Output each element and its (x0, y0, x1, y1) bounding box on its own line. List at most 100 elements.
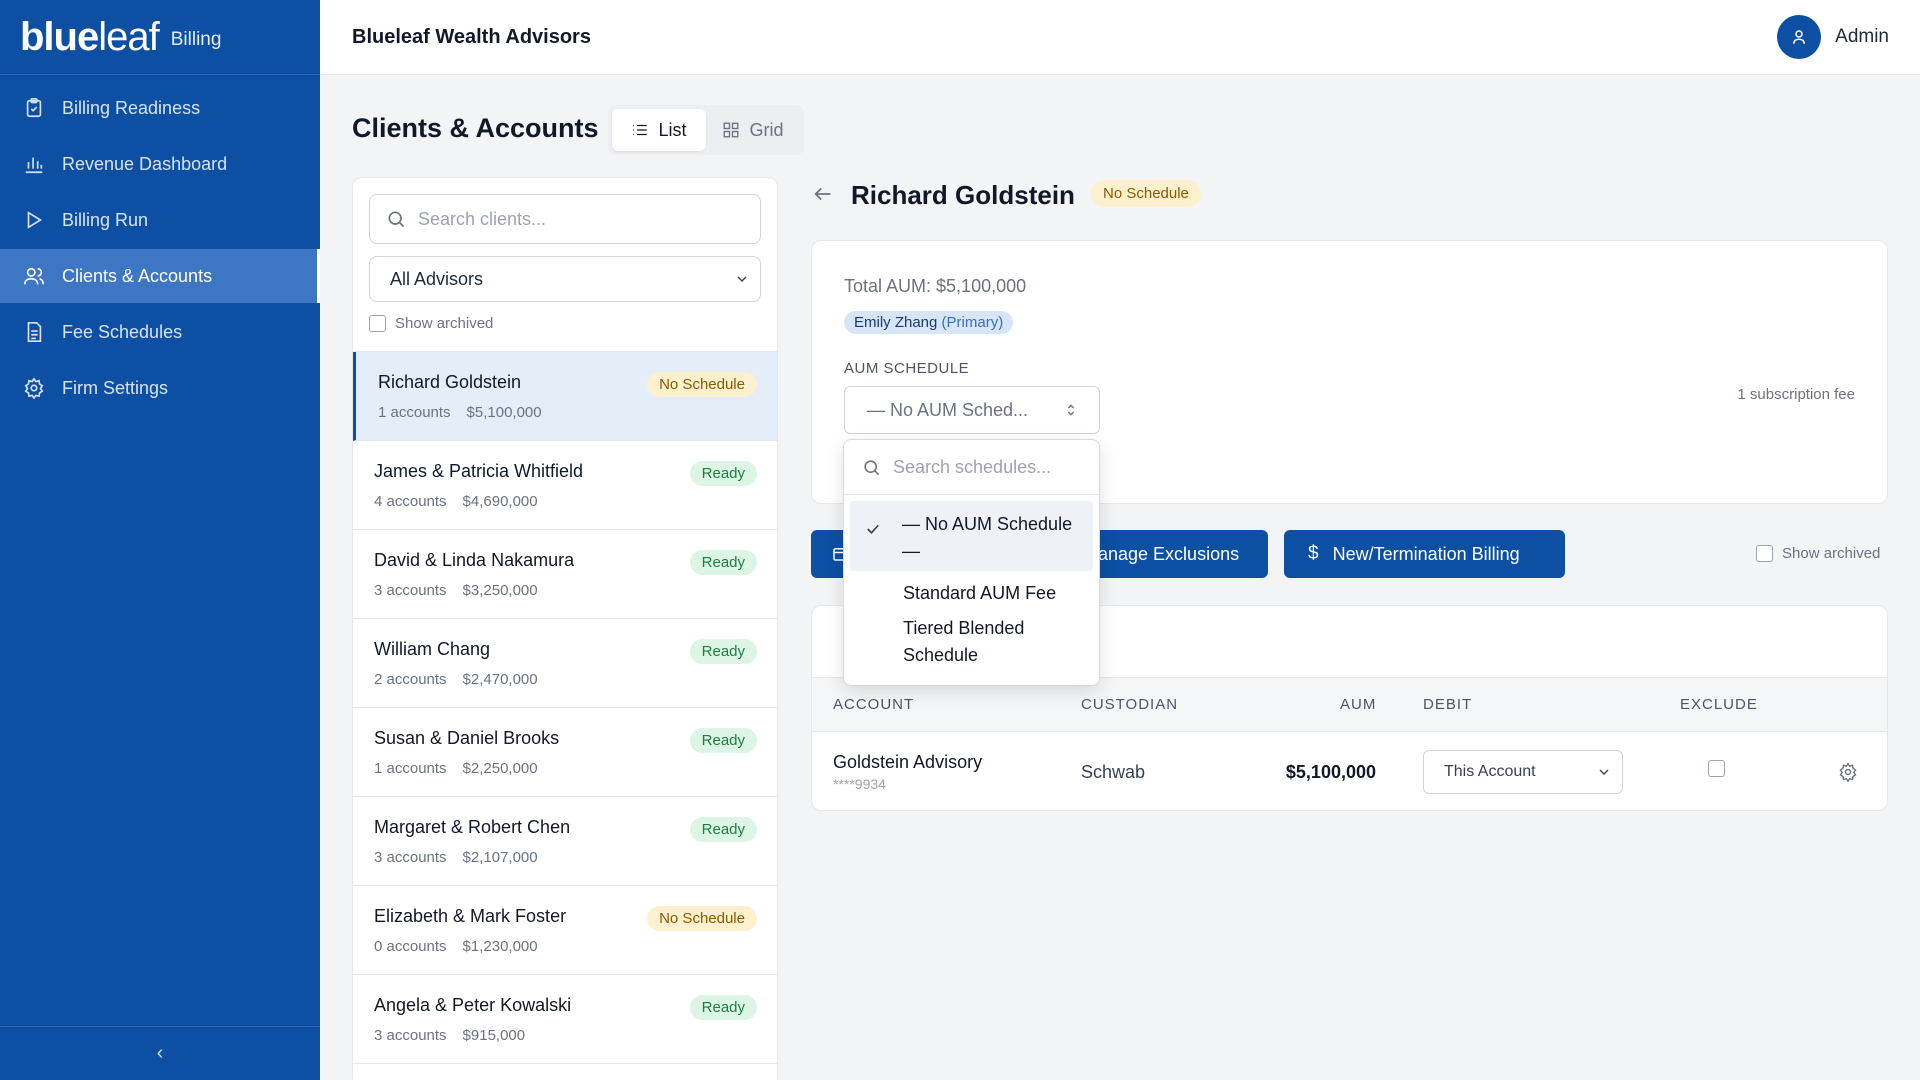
user-name: Admin (1835, 26, 1889, 47)
brand: blueleaf Billing (0, 0, 320, 75)
schedule-option-label: — No AUM Schedule — (902, 514, 1073, 561)
sidebar-item-label: Billing Run (62, 209, 149, 230)
total-aum: Total AUM: $5,100,000 (844, 276, 1027, 296)
advisor-filter-select[interactable]: All Advisors (369, 256, 761, 302)
account-count: 1 accounts (378, 403, 451, 421)
column-header-aum: AUM (1340, 696, 1377, 713)
client-search-input[interactable]: Search clients... (369, 194, 761, 244)
sidebar-nav: Billing Readiness Revenue Dashboard Bill… (0, 81, 320, 415)
new-termination-billing-button[interactable]: $ New/Termination Billing (1284, 530, 1565, 578)
schedule-option-none[interactable]: — No AUM Schedule — (850, 501, 1093, 571)
avatar[interactable] (1777, 15, 1822, 59)
show-archived-accounts-label: Show archived (1782, 545, 1881, 562)
brand-sub: Billing (170, 29, 222, 50)
user-menu[interactable]: Admin (1777, 15, 1889, 59)
search-icon (864, 459, 880, 475)
exclude-checkbox[interactable] (1708, 760, 1725, 777)
sidebar-item-revenue-dashboard[interactable]: Revenue Dashboard (0, 137, 320, 191)
client-detail-name: Richard Goldstein (851, 180, 1075, 210)
schedule-option-label: Standard AUM Fee (903, 583, 1057, 603)
sidebar: blueleaf Billing Billing Readiness Reven… (0, 0, 320, 1080)
grid-icon (724, 122, 739, 138)
status-badge: Ready (689, 639, 757, 664)
bar-chart-icon (22, 152, 46, 176)
client-meta: 3 accounts $915,000 (374, 1027, 757, 1044)
account-aum: $5,100,000 (1285, 762, 1376, 782)
aum-schedule-select[interactable]: — No AUM Sched... (844, 386, 1100, 434)
view-grid-button[interactable]: Grid (706, 109, 800, 151)
account-count: 4 accounts (374, 492, 447, 510)
status-badge: Ready (689, 817, 757, 842)
list-item[interactable]: Richard Goldstein 1 accounts $5,100,000 N… (353, 352, 777, 441)
sidebar-item-fee-schedules[interactable]: Fee Schedules (0, 305, 320, 359)
dollar-icon: $ (1308, 543, 1319, 564)
client-list: Richard Goldstein 1 accounts $5,100,000 N… (353, 351, 777, 1064)
subscription-fee-count: 1 subscription fee (1737, 386, 1855, 403)
logo-light: leaf (98, 14, 159, 59)
status-badge: No Schedule (647, 906, 757, 931)
list-icon (633, 124, 648, 136)
view-list-button[interactable]: List (612, 109, 706, 151)
show-archived-checkbox[interactable] (369, 314, 386, 332)
account-count: 0 accounts (374, 937, 447, 955)
chevron-down-icon (1599, 769, 1609, 775)
client-meta: 0 accounts $1,230,000 (374, 938, 757, 955)
play-icon (22, 208, 46, 232)
list-item[interactable]: James & Patricia Whitfield 4 accounts $4,… (353, 441, 777, 530)
sidebar-item-billing-run[interactable]: Billing Run (0, 193, 320, 247)
status-badge: No Schedule (647, 372, 757, 397)
column-header-exclude: EXCLUDE (1680, 696, 1758, 713)
advisor-name: Emily Zhang (854, 314, 938, 331)
sidebar-collapse-button[interactable]: ‹ (0, 1026, 320, 1080)
sidebar-item-clients-accounts[interactable]: Clients & Accounts (0, 249, 320, 303)
advisor-role: (Primary) (941, 314, 1004, 331)
status-badge: Ready (689, 461, 757, 486)
gear-icon (1839, 762, 1857, 783)
page-title: Clients & Accounts (352, 113, 599, 143)
chevron-left-icon: ‹ (156, 1042, 164, 1064)
client-aum: $2,107,000 (462, 848, 538, 866)
back-button[interactable] (812, 183, 834, 205)
client-aum: $915,000 (462, 1026, 526, 1044)
show-archived-toggle[interactable]: Show archived (369, 314, 761, 332)
sidebar-item-label: Fee Schedules (62, 321, 183, 342)
arrow-left-icon (814, 187, 831, 201)
debit-select[interactable]: This Account (1423, 750, 1623, 794)
account-number: ****9934 (833, 776, 886, 792)
schedule-option-standard[interactable]: Standard AUM Fee (844, 580, 1099, 607)
list-item[interactable]: William Chang 2 accounts $2,470,000 Ready (353, 619, 777, 708)
column-header-custodian: CUSTODIAN (1081, 696, 1179, 713)
view-grid-label: Grid (749, 119, 784, 140)
status-badge: No Schedule (1091, 180, 1201, 207)
list-item[interactable]: David & Linda Nakamura 3 accounts $3,250,… (353, 530, 777, 619)
gear-icon (22, 376, 46, 400)
schedule-option-tiered[interactable]: Tiered Blended Schedule (844, 615, 1099, 669)
schedule-option-label: Tiered Blended Schedule (903, 618, 1025, 665)
schedule-search-input[interactable]: Search schedules... (844, 440, 1099, 495)
aum-schedule-value: — No AUM Sched... (867, 399, 1029, 420)
status-badge: Ready (689, 995, 757, 1020)
list-item[interactable]: Elizabeth & Mark Foster 0 accounts $1,230… (353, 886, 777, 975)
brand-logo[interactable]: blueleaf (20, 14, 160, 60)
manage-exclusions-button[interactable]: anage Exclusions (1080, 530, 1268, 578)
account-count: 3 accounts (374, 581, 447, 599)
chevron-down-icon (737, 276, 747, 282)
sidebar-item-firm-settings[interactable]: Firm Settings (0, 361, 320, 415)
list-item[interactable]: Susan & Daniel Brooks 1 accounts $2,250,0… (353, 708, 777, 797)
show-archived-accounts-toggle[interactable]: Show archived (1756, 545, 1880, 562)
list-item[interactable]: Angela & Peter Kowalski 3 accounts $915,0… (353, 975, 777, 1064)
logo-bold: blue (20, 14, 99, 59)
sidebar-item-label: Firm Settings (62, 377, 169, 398)
account-settings-button[interactable] (1838, 762, 1858, 783)
client-meta: 3 accounts $2,107,000 (374, 849, 757, 866)
show-archived-accounts-checkbox[interactable] (1756, 545, 1773, 562)
table-row: Goldstein Advisory ****9934 Schwab $5,10… (812, 731, 1887, 810)
firm-name: Blueleaf Wealth Advisors (352, 25, 591, 48)
client-meta: 1 accounts $5,100,000 (378, 404, 757, 421)
client-search-placeholder: Search clients... (418, 208, 547, 229)
manage-exclusions-label: anage Exclusions (1098, 543, 1240, 564)
client-aum: $4,690,000 (462, 492, 538, 510)
sidebar-item-label: Billing Readiness (62, 97, 201, 118)
sidebar-item-billing-readiness[interactable]: Billing Readiness (0, 81, 320, 135)
list-item[interactable]: Margaret & Robert Chen 3 accounts $2,107,… (353, 797, 777, 886)
